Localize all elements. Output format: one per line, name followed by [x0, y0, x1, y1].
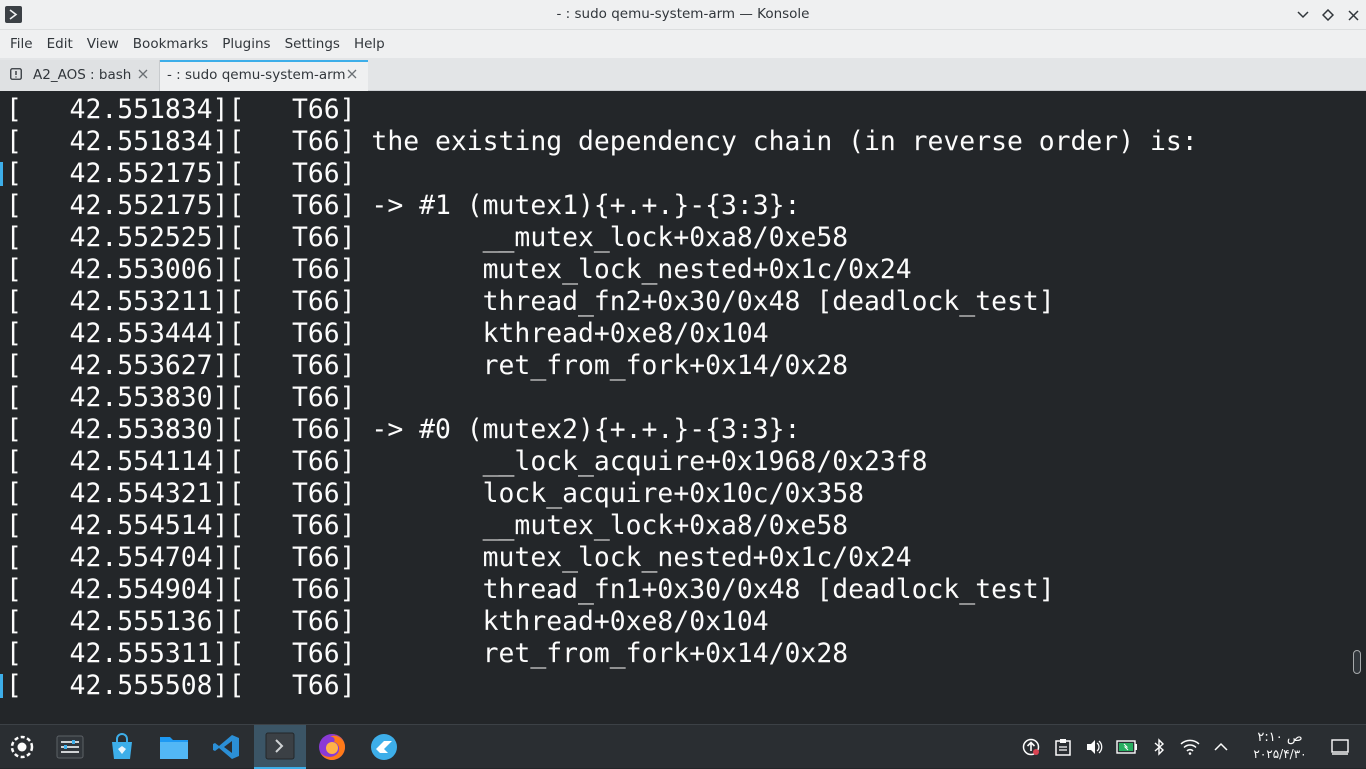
tab-qemu[interactable]: - : sudo qemu-system-arm	[160, 60, 368, 91]
dolphin-files-icon[interactable]	[148, 725, 200, 769]
terminal-line: [ 42.552525][ T66] __mutex_lock+0xa8/0xe…	[6, 222, 849, 253]
discover-store-icon[interactable]	[96, 725, 148, 769]
terminal-view[interactable]: [ 42.551834][ T66] [ 42.551834][ T66] th…	[0, 92, 1366, 724]
wifi-icon[interactable]	[1180, 737, 1200, 757]
menu-view[interactable]: View	[80, 30, 126, 58]
line-marker	[0, 674, 3, 698]
window-title: - : sudo qemu-system-arm — Konsole	[556, 6, 810, 22]
tab-bash[interactable]: A2_AOS : bash	[0, 60, 160, 91]
vscode-icon[interactable]	[200, 725, 252, 769]
update-notifier-icon[interactable]	[1021, 737, 1041, 757]
taskbar: ۲:۱۰ ص ۲۰۲۵/۴/۳۰	[0, 724, 1366, 769]
menu-bookmarks[interactable]: Bookmarks	[126, 30, 215, 58]
scrollbar-thumb[interactable]	[1353, 650, 1361, 674]
konsole-icon[interactable]	[254, 725, 306, 769]
chevron-up-icon[interactable]	[1211, 737, 1231, 757]
terminal-line: [ 42.551834][ T66] the existing dependen…	[6, 126, 1198, 157]
tab-label: A2_AOS : bash	[33, 67, 132, 83]
menu-plugins[interactable]: Plugins	[215, 30, 277, 58]
terminal-line: [ 42.555508][ T66]	[6, 670, 356, 701]
terminal-line: [ 42.554514][ T66] __mutex_lock+0xa8/0xe…	[6, 510, 849, 541]
clock-date: ۲۰۲۵/۴/۳۰	[1253, 747, 1307, 761]
clipboard-icon[interactable]	[1053, 737, 1073, 757]
application-launcher-icon[interactable]	[0, 725, 44, 769]
system-settings-icon[interactable]	[44, 725, 96, 769]
bluetooth-icon[interactable]	[1149, 737, 1169, 757]
firefox-icon[interactable]	[306, 725, 358, 769]
menu-bar: File Edit View Bookmarks Plugins Setting…	[0, 30, 1366, 58]
terminal-line: [ 42.554114][ T66] __lock_acquire+0x1968…	[6, 446, 928, 477]
terminal-line: [ 42.553627][ T66] ret_from_fork+0x14/0x…	[6, 350, 849, 381]
close-icon[interactable]	[1344, 6, 1362, 24]
menu-settings[interactable]: Settings	[278, 30, 347, 58]
maximize-icon[interactable]	[1319, 6, 1337, 24]
tab-label: - : sudo qemu-system-arm	[167, 67, 346, 83]
clock-time: ۲:۱۰ ص	[1257, 730, 1303, 745]
menu-edit[interactable]: Edit	[40, 30, 80, 58]
clock[interactable]: ۲:۱۰ ص ۲۰۲۵/۴/۳۰	[1244, 729, 1316, 763]
terminal-line: [ 42.552175][ T66] -> #1 (mutex1){+.+.}-…	[6, 190, 801, 221]
ktorrent-icon[interactable]	[358, 725, 410, 769]
volume-icon[interactable]	[1084, 737, 1104, 757]
terminal-line: [ 42.554904][ T66] thread_fn1+0x30/0x48 …	[6, 574, 1055, 605]
minimize-icon[interactable]	[1294, 6, 1312, 24]
terminal-line: [ 42.555136][ T66] kthread+0xe8/0x104	[6, 606, 769, 637]
terminal-line: [ 42.553006][ T66] mutex_lock_nested+0x1…	[6, 254, 912, 285]
line-marker	[0, 162, 3, 186]
terminal-line: [ 42.554704][ T66] mutex_lock_nested+0x1…	[6, 542, 912, 573]
menu-help[interactable]: Help	[347, 30, 392, 58]
terminal-line: [ 42.553830][ T66] -> #0 (mutex2){+.+.}-…	[6, 414, 801, 445]
tab-close-icon[interactable]	[137, 68, 149, 80]
battery-icon[interactable]	[1115, 737, 1139, 757]
tab-bar: A2_AOS : bash - : sudo qemu-system-arm	[0, 58, 1366, 91]
terminal-line: [ 42.553211][ T66] thread_fn2+0x30/0x48 …	[6, 286, 1055, 317]
terminal-line: [ 42.553830][ T66]	[6, 382, 356, 413]
terminal-line: [ 42.552175][ T66]	[6, 158, 356, 189]
show-desktop-icon[interactable]	[1330, 737, 1350, 757]
terminal-line: [ 42.554321][ T66] lock_acquire+0x10c/0x…	[6, 478, 864, 509]
terminal-line: [ 42.555311][ T66] ret_from_fork+0x14/0x…	[6, 638, 849, 669]
activity-alert-icon	[10, 68, 22, 80]
menu-file[interactable]: File	[3, 30, 40, 58]
title-bar[interactable]: - : sudo qemu-system-arm — Konsole	[0, 0, 1366, 30]
tab-close-icon[interactable]	[346, 68, 358, 80]
terminal-line: [ 42.553444][ T66] kthread+0xe8/0x104	[6, 318, 769, 349]
terminal-line: [ 42.551834][ T66]	[6, 94, 356, 125]
